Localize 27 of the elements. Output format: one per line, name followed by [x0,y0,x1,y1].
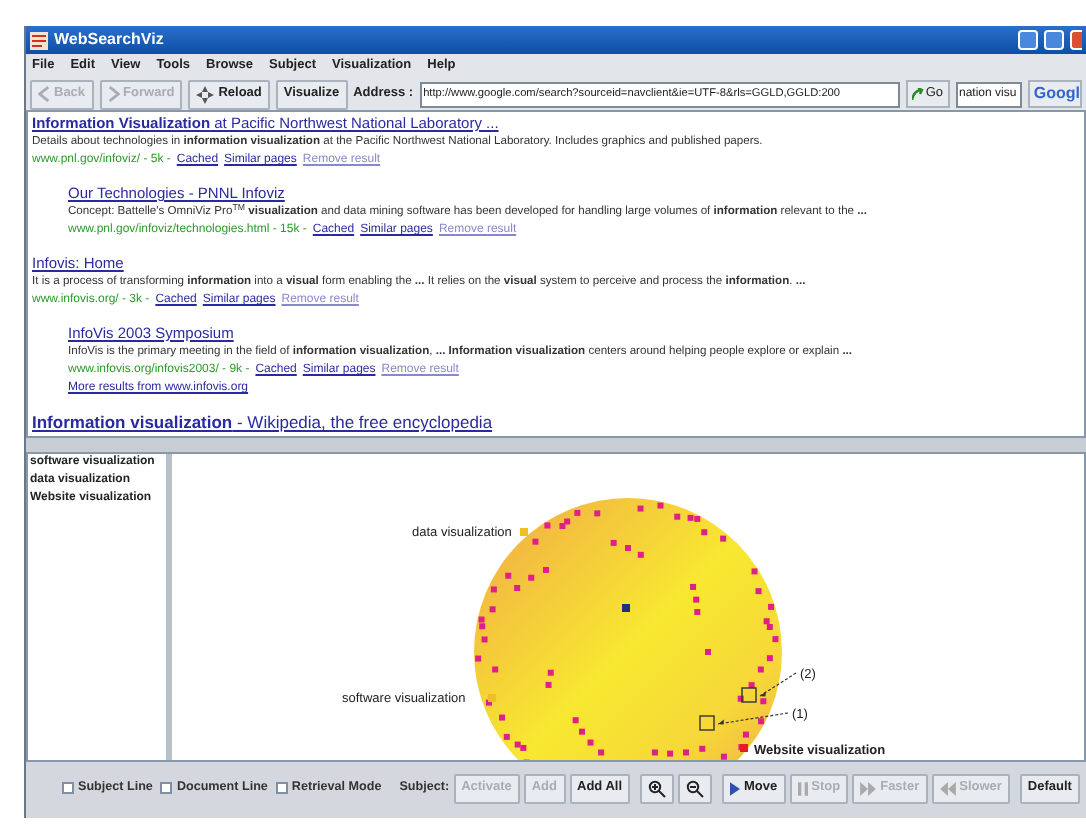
subject-marker[interactable] [488,694,496,702]
rewind-icon [939,781,956,795]
search-engine-button[interactable]: Googl [1027,80,1082,108]
pause-icon [797,781,808,795]
checkbox[interactable] [160,782,173,794]
reload-icon [196,85,215,103]
subject-marker[interactable] [520,528,528,536]
highlight-frame [699,715,715,731]
callout-arrow [759,672,797,697]
checkbox[interactable] [62,782,74,794]
play-icon [730,781,741,795]
app-icon [30,31,48,49]
result-title-link[interactable]: Information visualization - Wikipedia, the free encyclopedia [32,409,493,435]
fast-forward-icon [860,781,877,795]
close-button[interactable] [1070,30,1082,50]
arrow-icon [911,88,924,100]
subject-marker[interactable] [740,744,748,752]
minimize-button[interactable] [1018,30,1038,50]
window-title: WebSearchViz [54,28,164,52]
highlight-frame [741,687,757,703]
zoom-button[interactable] [640,773,675,803]
magnifier-plus-icon [648,779,667,797]
checkbox[interactable] [275,782,288,794]
zoom-button[interactable] [678,773,713,803]
magnifier-minus-icon [686,779,705,797]
callout-arrow [717,712,789,725]
restore-button[interactable] [1044,30,1064,50]
